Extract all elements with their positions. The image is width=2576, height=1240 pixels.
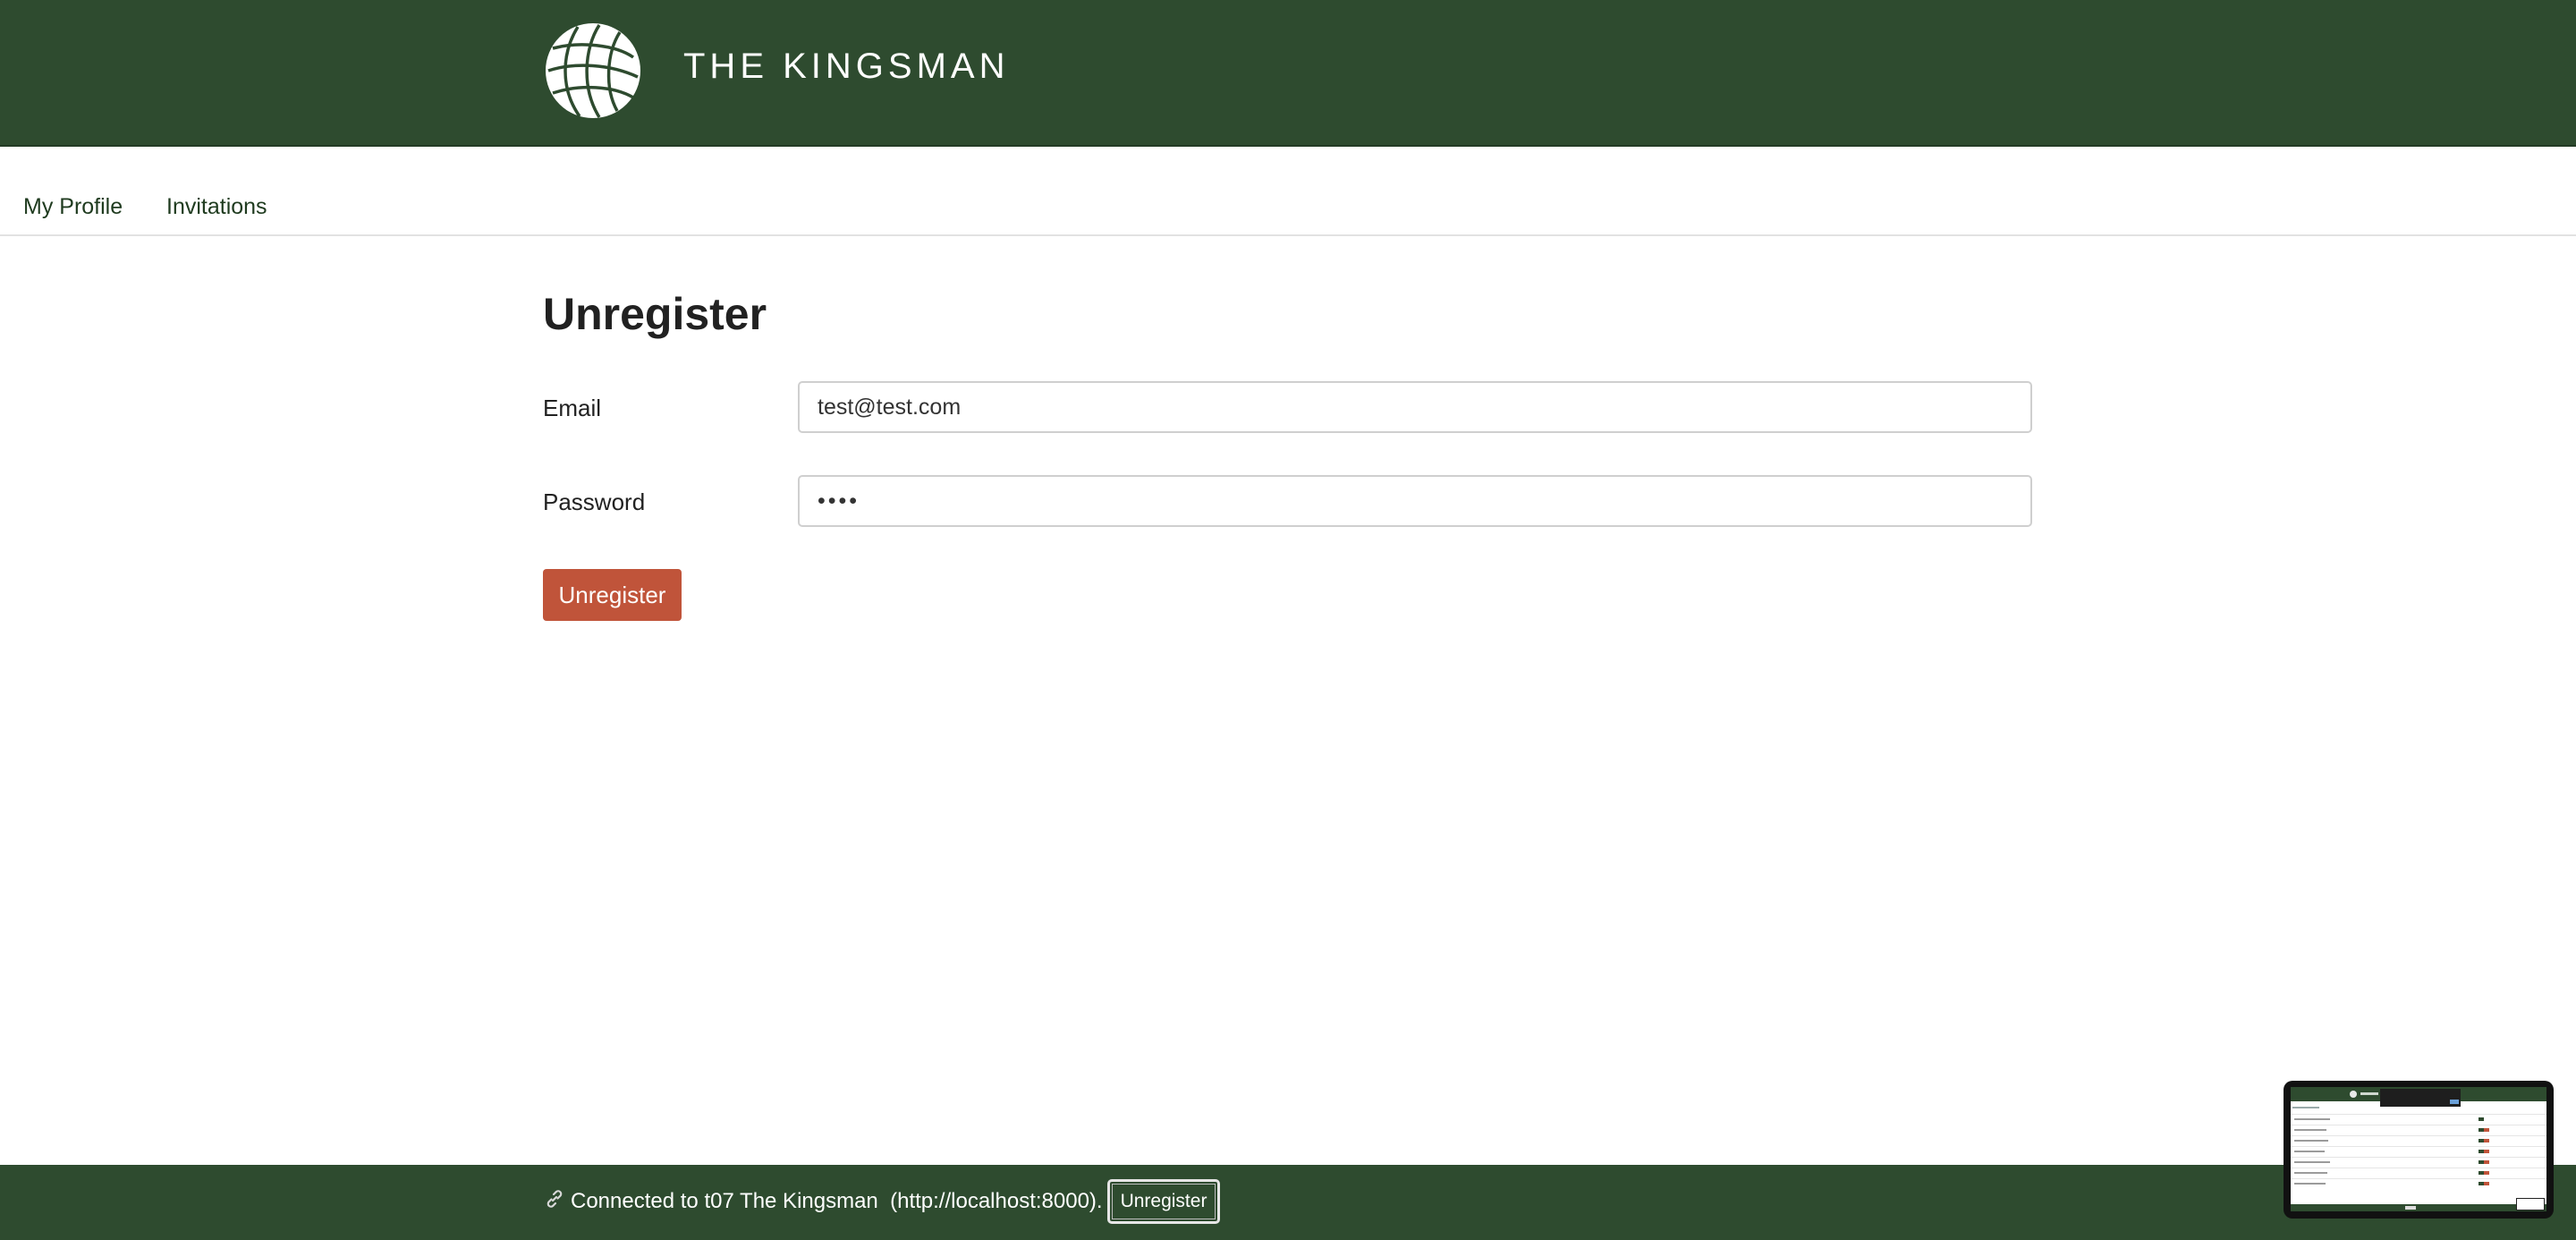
password-field[interactable] [798, 475, 2032, 527]
page-title: Unregister [543, 289, 767, 339]
link-icon [547, 1190, 563, 1208]
password-label: Password [543, 488, 646, 515]
preview-nav [2292, 1107, 2319, 1108]
preview-row-action [2484, 1128, 2489, 1132]
preview-popup [2380, 1089, 2461, 1107]
preview-row [2294, 1183, 2326, 1185]
preview-row [2294, 1172, 2327, 1174]
preview-row-divider [2291, 1135, 2546, 1136]
footer-unregister-button[interactable]: Unregister [1107, 1179, 1220, 1224]
preview-footer-button [2405, 1206, 2416, 1210]
globe-icon [546, 23, 640, 118]
preview-row-action [2484, 1182, 2489, 1185]
preview-footer [2291, 1204, 2546, 1211]
preview-row-divider [2291, 1178, 2546, 1179]
brand-title: THE KINGSMAN [683, 47, 1010, 86]
unregister-button[interactable]: Unregister [543, 569, 682, 621]
nav-invitations[interactable]: Invitations [166, 193, 267, 220]
status-footer: Connected to t07 The Kingsman (http://lo… [0, 1165, 2576, 1240]
preview-corner-box [2516, 1198, 2545, 1210]
site-header: THE KINGSMAN [0, 0, 2576, 147]
preview-row-divider [2291, 1114, 2546, 1115]
preview-row [2294, 1161, 2330, 1163]
email-field[interactable] [798, 381, 2032, 433]
top-nav: My Profile Invitations [0, 147, 2576, 236]
preview-row [2294, 1118, 2330, 1120]
preview-thumbnail[interactable] [2284, 1081, 2554, 1219]
nav-my-profile[interactable]: My Profile [23, 193, 123, 220]
preview-row-action [2484, 1150, 2489, 1153]
email-label: Email [543, 395, 602, 421]
preview-row-action [2484, 1160, 2489, 1164]
preview-row-divider [2291, 1157, 2546, 1158]
preview-row [2294, 1140, 2328, 1142]
connection-status: Connected to t07 The Kingsman (http://lo… [571, 1189, 1103, 1213]
preview-row [2294, 1151, 2325, 1152]
preview-row-action [2484, 1171, 2489, 1175]
preview-popup-button [2450, 1100, 2459, 1104]
preview-row-action [2484, 1139, 2489, 1142]
preview-title [2360, 1092, 2378, 1095]
preview-logo [2350, 1091, 2357, 1098]
preview-row [2294, 1129, 2326, 1131]
preview-screen [2291, 1087, 2546, 1211]
preview-row-divider [2291, 1146, 2546, 1147]
preview-row-action [2479, 1117, 2484, 1121]
